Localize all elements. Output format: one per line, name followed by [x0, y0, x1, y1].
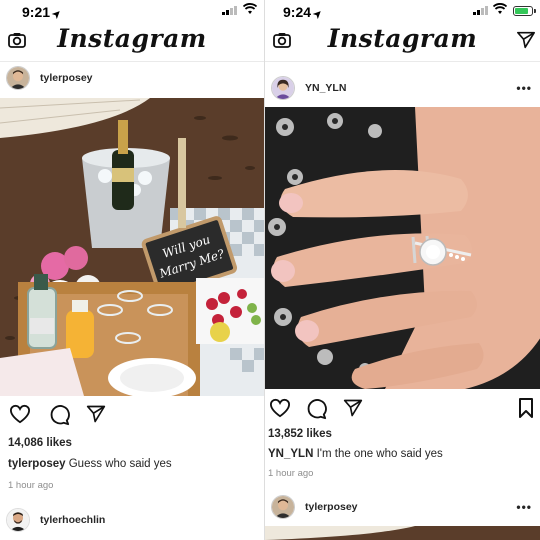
like-heart-icon[interactable] — [269, 398, 291, 418]
signal-icon — [222, 6, 237, 15]
post-caption: tylerposey Guess who said yes — [8, 458, 172, 470]
top-nav: Instagram — [0, 22, 264, 62]
comment-icon[interactable] — [305, 398, 327, 420]
share-icon[interactable] — [343, 398, 363, 418]
top-nav: Instagram — [265, 22, 540, 62]
post-time: 1 hour ago — [268, 468, 314, 479]
post-username[interactable]: YN_YLN — [305, 82, 346, 94]
avatar[interactable] — [6, 66, 30, 90]
next-post-photo-peek — [265, 526, 540, 540]
caption-text: Guess who said yes — [68, 458, 172, 470]
next-post-header: tylerposey ••• — [265, 489, 540, 525]
avatar[interactable] — [6, 508, 30, 532]
like-heart-icon[interactable] — [9, 404, 31, 424]
app-logo: Instagram — [57, 24, 207, 53]
post-actions — [0, 400, 264, 430]
likes-count[interactable]: 14,086 likes — [8, 437, 72, 449]
right-screen: 9:24➤ Instagram YN_YLN ••• 13,852 likes … — [264, 0, 540, 540]
battery-charging-icon — [513, 6, 536, 16]
caption-username[interactable]: YN_YLN — [268, 448, 313, 460]
post-header: YN_YLN ••• — [265, 70, 540, 106]
post-time: 1 hour ago — [8, 480, 54, 491]
status-bar: 9:24➤ — [265, 0, 540, 22]
next-post-username[interactable]: tylerposey — [305, 501, 358, 513]
comment-icon[interactable] — [48, 404, 70, 426]
status-bar: 9:21➤ — [0, 0, 264, 22]
left-screen: 9:21➤ Instagram tylerposey Will you Marr… — [0, 0, 264, 540]
post-header: tylerposey — [0, 60, 264, 96]
next-post-header: tylerhoechlin — [0, 502, 264, 538]
likes-count[interactable]: 13,852 likes — [268, 428, 332, 440]
caption-username[interactable]: tylerposey — [8, 458, 66, 470]
post-photo[interactable]: Will you Marry Me? — [0, 98, 264, 396]
more-options-icon[interactable]: ••• — [516, 500, 532, 514]
bookmark-icon[interactable] — [518, 398, 534, 418]
direct-message-icon[interactable] — [516, 31, 536, 49]
avatar[interactable] — [271, 76, 295, 100]
avatar[interactable] — [271, 495, 295, 519]
wifi-icon — [243, 3, 257, 14]
caption-text: I'm the one who said yes — [316, 448, 443, 460]
next-post-username[interactable]: tylerhoechlin — [40, 514, 105, 526]
post-photo[interactable] — [265, 107, 540, 389]
location-arrow-icon: ➤ — [311, 7, 326, 22]
signal-icon — [473, 6, 488, 15]
post-username[interactable]: tylerposey — [40, 72, 93, 84]
app-logo: Instagram — [327, 24, 478, 53]
status-time: 9:21➤ — [22, 4, 65, 22]
post-caption: YN_YLN I'm the one who said yes — [268, 448, 443, 460]
wifi-icon — [493, 3, 507, 14]
more-options-icon[interactable]: ••• — [516, 81, 532, 95]
location-arrow-icon: ➤ — [50, 7, 65, 22]
post-actions — [265, 394, 540, 424]
share-icon[interactable] — [86, 404, 106, 424]
status-time: 9:24➤ — [283, 4, 326, 22]
